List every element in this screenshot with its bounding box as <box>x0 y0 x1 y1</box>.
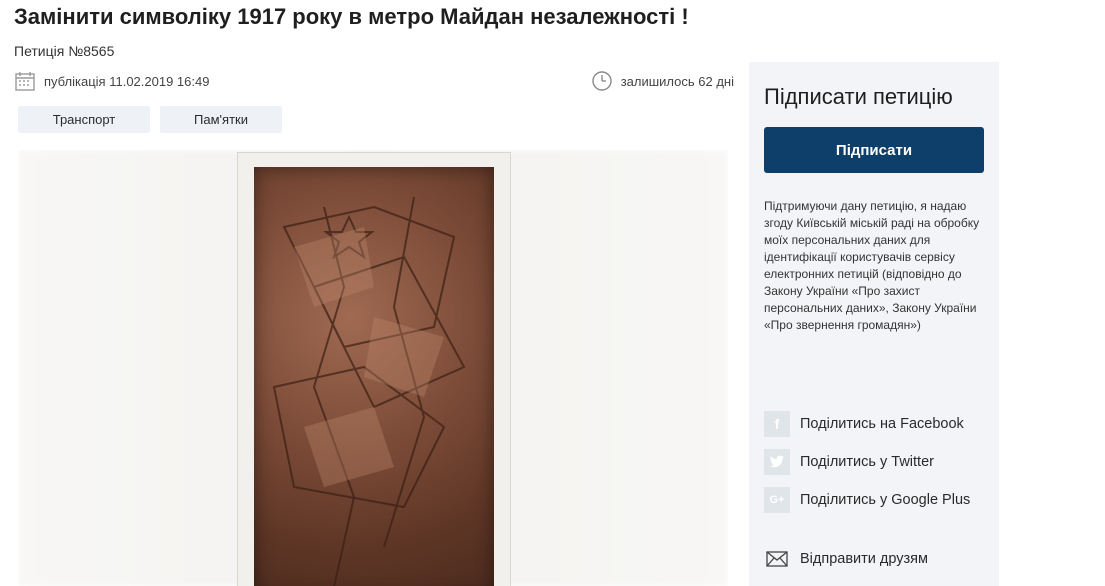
petition-image <box>18 150 728 586</box>
share-google-plus-link[interactable]: G+ Поділитись у Google Plus <box>764 487 970 513</box>
petition-number: Петиція №8565 <box>14 43 115 59</box>
remaining-days: залишилось 62 дні <box>620 73 734 89</box>
sign-button[interactable]: Підписати <box>764 127 984 173</box>
tag-transport[interactable]: Транспорт <box>18 106 150 133</box>
share-facebook-label: Поділитись на Facebook <box>800 416 964 432</box>
time-remaining: залишилось 62 дні <box>591 70 734 92</box>
bronze-relief <box>254 167 494 586</box>
send-to-friends-link[interactable]: Відправити друзям <box>764 546 928 572</box>
sign-heading: Підписати петицію <box>764 84 953 109</box>
calendar-icon <box>14 70 36 92</box>
share-google-plus-label: Поділитись у Google Plus <box>800 492 971 508</box>
petition-meta: публікація 11.02.2019 16:49 залишилось 6… <box>14 70 734 94</box>
clock-icon <box>591 70 613 92</box>
tag-list: Транспорт Пам'ятки <box>18 106 282 133</box>
facebook-icon: f <box>764 411 790 437</box>
relief-photo-frame <box>237 152 511 586</box>
consent-text: Підтримуючи дану петицію, я надаю згоду … <box>764 199 980 332</box>
share-twitter-label: Поділитись у Twitter <box>800 454 934 470</box>
publication-info: публікація 11.02.2019 16:49 <box>14 70 209 92</box>
share-facebook-link[interactable]: f Поділитись на Facebook <box>764 411 964 437</box>
share-twitter-link[interactable]: Поділитись у Twitter <box>764 449 934 475</box>
tag-monuments[interactable]: Пам'ятки <box>160 106 282 133</box>
publication-date: публікація 11.02.2019 16:49 <box>44 73 210 89</box>
send-to-friends-label: Відправити друзям <box>800 551 928 567</box>
petition-title: Замінити символіку 1917 року в метро Май… <box>14 4 689 29</box>
sign-sidebar: Підписати петицію Підписати Підтримуючи … <box>749 62 999 586</box>
google-plus-icon: G+ <box>764 487 790 513</box>
relief-artwork <box>272 196 466 586</box>
mail-icon <box>764 546 790 572</box>
twitter-icon <box>764 449 790 475</box>
